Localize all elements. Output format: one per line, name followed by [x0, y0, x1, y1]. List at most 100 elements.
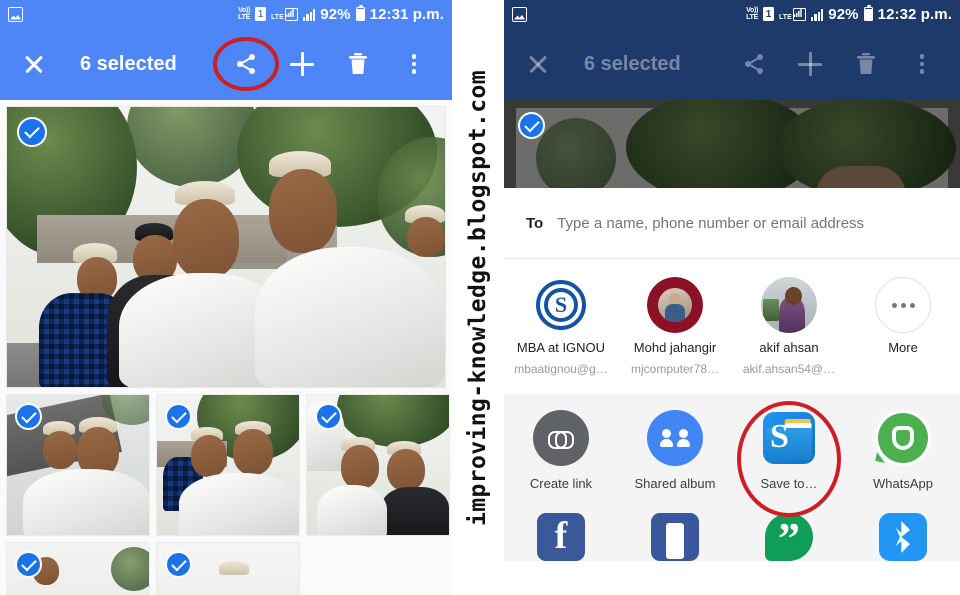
share-target-whatsapp[interactable]: WhatsApp	[846, 410, 960, 507]
sim-indicator: 1	[763, 7, 775, 21]
facebook-icon	[537, 513, 585, 561]
gallery-icon	[8, 6, 23, 22]
whatsapp-icon	[875, 410, 931, 466]
photo-selected-check[interactable]	[165, 403, 192, 430]
photo-selected-check[interactable]	[315, 403, 342, 430]
photo-thumb-4[interactable]	[6, 542, 150, 595]
volte-icon: Vo)) LTE	[238, 7, 250, 21]
add-icon	[798, 52, 822, 76]
contact-name: Mohd jahangir	[633, 340, 717, 355]
photo-selected-check[interactable]	[518, 112, 545, 139]
selection-app-bar-right: 6 selected	[504, 28, 960, 100]
delete-button[interactable]	[338, 44, 378, 84]
share-target-hangouts[interactable]	[732, 507, 846, 561]
share-button[interactable]	[213, 37, 279, 91]
delete-button[interactable]	[846, 44, 886, 84]
share-targets-row-1: Create link Shared album S Save to… What…	[504, 400, 960, 517]
share-target-create-link[interactable]: Create link	[504, 410, 618, 507]
photo-selected-check[interactable]	[15, 403, 42, 430]
more-options-icon	[411, 54, 417, 74]
watermark: improving-knowledge.blogspot.com	[452, 0, 504, 595]
photo-hero-image	[7, 107, 445, 387]
photo-grid	[0, 100, 452, 595]
lte-signal-icon: LTE	[271, 7, 298, 21]
status-bar-left: Vo)) LTE 1 LTE 92% 12:31 p.m.	[0, 0, 452, 28]
add-button[interactable]	[282, 44, 322, 84]
sim-indicator: 1	[255, 7, 267, 21]
contact-detail: mbaatignou@g…	[514, 362, 608, 376]
contact-detail: mjcomputer78…	[630, 362, 720, 376]
close-button[interactable]	[518, 44, 558, 84]
share-target-label: Shared album	[634, 476, 716, 491]
recipient-input[interactable]	[557, 214, 938, 232]
contact-mba-at-ignou[interactable]: S MBA at IGNOU mbaatignou@g…	[504, 277, 618, 376]
share-target-label: WhatsApp	[873, 476, 933, 491]
share-icon	[745, 54, 763, 74]
contact-mohd-jahangir[interactable]: Mohd jahangir mjcomputer78…	[618, 277, 732, 376]
volte-line2: LTE	[746, 14, 758, 21]
share-target-label: Create link	[529, 476, 593, 491]
add-button[interactable]	[790, 44, 830, 84]
more-options-button[interactable]	[902, 44, 942, 84]
contact-detail: akif.ahsan54@…	[742, 362, 836, 376]
photo-thumb-2[interactable]	[156, 394, 300, 536]
contact-name: akif ahsan	[759, 340, 819, 355]
more-options-icon	[919, 54, 925, 74]
share-target-bluetooth[interactable]	[846, 507, 960, 561]
contact-more-button[interactable]: More	[846, 277, 960, 376]
photo-selected-check[interactable]	[17, 117, 47, 147]
contact-akif-ahsan[interactable]: akif ahsan akif.ahsan54@…	[732, 277, 846, 376]
photo-selected-check[interactable]	[165, 551, 192, 578]
status-bar-indicators: Vo)) LTE 1 LTE 92% 12:31 p.m.	[238, 5, 444, 23]
share-targets: Create link Shared album S Save to… What…	[504, 394, 960, 561]
photo-thumb-1[interactable]	[6, 394, 150, 536]
cellular-signal-icon	[302, 8, 316, 21]
screenshot-root: Vo)) LTE 1 LTE 92% 12:31 p.m. 6 selected…	[0, 0, 960, 595]
photo-selected-check[interactable]	[15, 551, 42, 578]
status-bar-indicators: Vo)) LTE 1 LTE 92% 12:32 p.m.	[746, 5, 952, 23]
photo-thumbnail-row-1	[6, 394, 450, 536]
share-target-shared-album[interactable]: Shared album	[618, 410, 732, 507]
share-button[interactable]	[734, 44, 774, 84]
people-icon	[647, 410, 703, 466]
add-icon	[290, 52, 314, 76]
close-icon	[23, 53, 45, 75]
battery-percent: 92%	[320, 5, 351, 23]
mj-computers-avatar	[647, 277, 703, 333]
volte-icon: Vo)) LTE	[746, 7, 758, 21]
photo-hero[interactable]	[6, 106, 446, 388]
delete-icon	[349, 53, 367, 74]
clock: 12:31 p.m.	[369, 5, 444, 23]
more-options-button[interactable]	[394, 44, 434, 84]
delete-icon	[857, 53, 875, 74]
volte-line2: LTE	[238, 14, 250, 21]
photo-thumb-3[interactable]	[306, 394, 450, 536]
status-bar-right: Vo)) LTE 1 LTE 92% 12:32 p.m.	[504, 0, 960, 28]
lte-signal-icon: LTE	[779, 7, 806, 21]
solid-explorer-icon: S	[761, 410, 817, 466]
contact-name: MBA at IGNOU	[516, 340, 606, 355]
scrim-overlay	[504, 100, 960, 188]
watermark-text: improving-knowledge.blogspot.com	[465, 69, 492, 526]
messenger-icon	[651, 513, 699, 561]
battery-icon	[355, 5, 365, 21]
lte-label: LTE	[779, 13, 792, 21]
photo-thumb-5[interactable]	[156, 542, 300, 595]
signal-box-icon	[792, 7, 806, 21]
lte-label: LTE	[271, 13, 284, 21]
contact-name: More	[888, 340, 918, 355]
close-button[interactable]	[14, 44, 54, 84]
share-target-facebook[interactable]	[504, 507, 618, 561]
volte-line1: Vo))	[238, 7, 251, 14]
share-target-save-to[interactable]: S Save to…	[732, 400, 846, 517]
hangouts-icon	[765, 513, 813, 561]
bluetooth-icon	[879, 513, 927, 561]
selection-app-bar-left: 6 selected	[0, 28, 452, 100]
close-icon	[527, 53, 549, 75]
battery-percent: 92%	[828, 5, 859, 23]
gallery-icon	[512, 6, 527, 22]
share-sheet: To S MBA at IGNOU mbaatignou@g…	[504, 188, 960, 561]
signal-box-icon	[284, 7, 298, 21]
share-target-messenger[interactable]	[618, 507, 732, 561]
recipient-row: To	[504, 188, 960, 258]
